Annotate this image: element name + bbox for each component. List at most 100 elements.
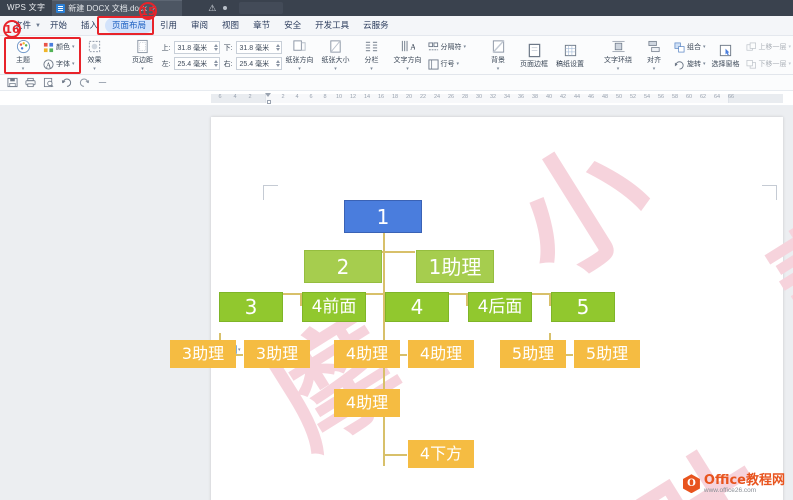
- chevron-down-icon[interactable]: ▾: [298, 66, 301, 72]
- spinner-icon[interactable]: [213, 60, 218, 67]
- menu-item-section[interactable]: 章节: [246, 18, 277, 33]
- org-node-assistant-1[interactable]: 1助理: [416, 250, 494, 283]
- spinner-icon[interactable]: [275, 60, 280, 67]
- horizontal-ruler[interactable]: 6 4 2 2 4 6 8 10 12 14 16 18 20 22 24 26…: [0, 91, 793, 106]
- menu-item-view[interactable]: 视图: [215, 18, 246, 33]
- text-wrap-button[interactable]: 文字环绕 ▾: [600, 37, 636, 74]
- send-backward-label: 下移一层: [758, 61, 787, 68]
- text-wrap-label: 文字环绕: [604, 57, 633, 64]
- chevron-down-icon[interactable]: ▾: [653, 66, 656, 72]
- menu-item-start[interactable]: 开始: [43, 18, 74, 33]
- chevron-down-icon[interactable]: ▾: [370, 66, 373, 72]
- org-node-5[interactable]: 5: [551, 292, 615, 322]
- text-direction-button[interactable]: A 文字方向 ▾: [390, 37, 426, 74]
- org-node-4-back[interactable]: 4后面: [468, 292, 532, 322]
- chevron-down-icon[interactable]: ▾: [703, 44, 706, 50]
- org-node-4-assistant-a[interactable]: 4助理: [334, 340, 400, 368]
- undo-icon[interactable]: [61, 77, 72, 88]
- paper-size-button[interactable]: 纸张大小 ▾: [318, 37, 354, 74]
- chevron-down-icon[interactable]: ▾: [72, 61, 75, 67]
- org-node-5-assistant-b[interactable]: 5助理: [574, 340, 640, 368]
- org-node-4-below[interactable]: 4下方: [408, 440, 474, 468]
- org-node-4[interactable]: 4: [385, 292, 449, 322]
- org-node-3[interactable]: 3: [219, 292, 283, 322]
- org-chart-smartart[interactable]: 1 2 1助理 3 4前面 4 4后面 5 3助理 3助理 4助理 4助理 5助…: [0, 106, 793, 500]
- ruler-tick: 64: [713, 94, 721, 100]
- ruler-tick: 18: [391, 94, 399, 100]
- chevron-down-icon[interactable]: ▾: [406, 66, 409, 72]
- ruler-tick: 36: [517, 94, 525, 100]
- menu-item-page-layout[interactable]: 页面布局: [105, 18, 154, 33]
- page-borders-button[interactable]: 页面边框: [516, 37, 552, 74]
- chevron-down-icon[interactable]: ▾: [703, 61, 706, 67]
- menu-item-references[interactable]: 引用: [153, 18, 184, 33]
- spinner-icon[interactable]: [275, 44, 280, 51]
- chevron-down-icon[interactable]: ▾: [457, 61, 460, 67]
- margin-bottom-input[interactable]: 31.8 毫米: [235, 41, 282, 54]
- page-orientation-icon: [293, 40, 306, 51]
- selection-pane-button[interactable]: 选择窗格: [708, 37, 744, 74]
- chevron-down-icon[interactable]: ▾: [72, 44, 75, 50]
- line-numbers-button[interactable]: 行号 ▾: [426, 57, 469, 72]
- indent-marker-handle[interactable]: [265, 93, 272, 104]
- chevron-down-icon[interactable]: ▾: [497, 66, 500, 72]
- margins-button[interactable]: 页边距 ▾: [125, 37, 161, 74]
- chevron-down-icon[interactable]: ▾: [789, 44, 792, 50]
- group-button[interactable]: 组合 ▾: [672, 40, 708, 55]
- chevron-down-icon[interactable]: ▾: [464, 44, 467, 50]
- theme-effects-button[interactable]: 效果 ▾: [77, 37, 113, 74]
- document-tab-label: 新建 DOCX 文档.docx: [68, 4, 147, 13]
- send-backward-button[interactable]: 下移一层 ▾: [744, 57, 793, 72]
- org-node-4-assistant-c[interactable]: 4助理: [334, 389, 400, 417]
- grid-paper-button[interactable]: 稿纸设置: [552, 37, 588, 74]
- chevron-down-icon[interactable]: ▾: [93, 66, 96, 72]
- document-workspace[interactable]: 摩 小 翡 叶 ▾: [0, 106, 793, 500]
- org-node-3-assistant-b[interactable]: 3助理: [244, 340, 310, 368]
- document-tab[interactable]: 新建 DOCX 文档.docx ×: [52, 0, 183, 16]
- new-tab-button[interactable]: [239, 2, 284, 14]
- theme-colors-button[interactable]: 颜色 ▾: [41, 40, 77, 55]
- menu-item-insert[interactable]: 插入: [74, 18, 105, 33]
- print-icon[interactable]: [25, 77, 36, 88]
- rotate-button[interactable]: 旋转 ▾: [672, 57, 708, 72]
- margin-right-input[interactable]: 25.4 毫米: [235, 57, 282, 70]
- chevron-down-icon[interactable]: ▾: [789, 61, 792, 67]
- spinner-icon[interactable]: [213, 44, 218, 51]
- margin-left-input[interactable]: 25.4 毫米: [173, 57, 220, 70]
- org-node-4-front[interactable]: 4前面: [302, 292, 366, 322]
- chevron-down-icon[interactable]: ▾: [617, 66, 620, 72]
- orientation-button[interactable]: 纸张方向 ▾: [282, 37, 318, 74]
- org-node-label: 4助理: [419, 344, 463, 363]
- columns-button[interactable]: 分栏 ▾: [354, 37, 390, 74]
- org-node-root[interactable]: 1: [344, 200, 422, 233]
- customize-toolbar-icon[interactable]: [97, 77, 108, 88]
- menu-item-cloud-services[interactable]: 云服务: [356, 18, 396, 33]
- org-node-label: 4助理: [345, 344, 389, 363]
- chevron-down-icon[interactable]: ▼: [35, 23, 41, 29]
- print-preview-icon[interactable]: [43, 77, 54, 88]
- font-circle-icon: A: [43, 58, 54, 70]
- margin-top-input[interactable]: 31.8 毫米: [173, 41, 220, 54]
- ribbon-toolbar: 主题 ▾ 颜色 ▾ A 字体 ▾ 效果 ▾ 页边距 ▾ 上: 31.8 毫米 下…: [0, 36, 793, 75]
- group-rotate-stack: 组合 ▾ 旋转 ▾: [672, 37, 708, 74]
- org-node-4-assistant-b[interactable]: 4助理: [408, 340, 474, 368]
- chevron-down-icon[interactable]: ▾: [22, 66, 25, 72]
- redo-icon[interactable]: [79, 77, 90, 88]
- org-node-3-assistant-a[interactable]: 3助理: [170, 340, 236, 368]
- bring-forward-button[interactable]: 上移一层 ▾: [744, 40, 793, 55]
- breaks-button[interactable]: 分隔符 ▾: [426, 40, 469, 55]
- theme-fonts-button[interactable]: A 字体 ▾: [41, 57, 77, 72]
- chevron-down-icon[interactable]: ▾: [141, 66, 144, 72]
- chevron-down-icon[interactable]: ▾: [334, 66, 337, 72]
- save-icon[interactable]: [7, 77, 18, 88]
- align-button[interactable]: 对齐 ▾: [636, 37, 672, 74]
- menu-item-review[interactable]: 审阅: [184, 18, 215, 33]
- org-node-5-assistant-a[interactable]: 5助理: [500, 340, 566, 368]
- warning-icon[interactable]: ⚠: [208, 3, 216, 14]
- menu-item-security[interactable]: 安全: [277, 18, 308, 33]
- menu-item-developer-tools[interactable]: 开发工具: [308, 18, 356, 33]
- org-node-2[interactable]: 2: [304, 250, 382, 283]
- background-button[interactable]: 背景 ▾: [480, 37, 516, 74]
- margins-label: 页边距: [132, 57, 154, 64]
- theme-button[interactable]: 主题 ▾: [5, 37, 41, 74]
